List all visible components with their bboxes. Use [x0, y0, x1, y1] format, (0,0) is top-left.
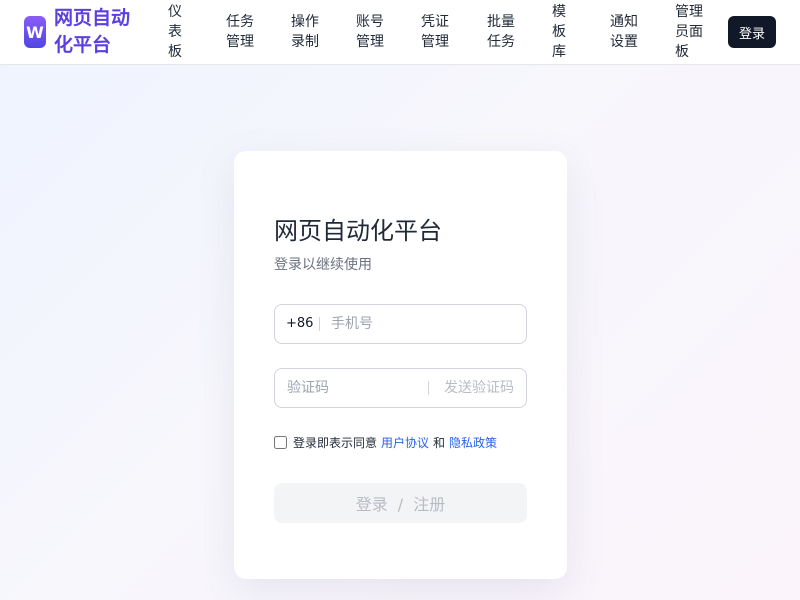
nav-label: 通知 — [610, 14, 638, 30]
brand-name-line2: 化平台 — [54, 34, 112, 56]
nav-item-operation-recording[interactable]: 操作 录制 — [291, 4, 319, 60]
nav-label: 录制 — [291, 34, 319, 50]
nav-label: 管理 — [226, 34, 254, 50]
card-title: 网页自动化平台 — [274, 217, 442, 245]
submit-register-label: 注册 — [413, 495, 446, 514]
phone-divider — [319, 317, 320, 331]
country-code-selector[interactable]: +86 — [286, 305, 313, 343]
nav-item-credential-management[interactable]: 凭证 管理 — [421, 4, 449, 60]
nav-label: 表 — [168, 24, 182, 40]
nav-label: 批量 — [487, 14, 515, 30]
nav-label: 板 — [675, 44, 689, 60]
verification-code-field: 发送验证码 — [274, 368, 527, 408]
brand-name[interactable]: 网页自动 化平台 — [54, 5, 146, 59]
nav-item-batch-tasks[interactable]: 批量 任务 — [487, 4, 515, 60]
login-card: 网页自动化平台 登录以继续使用 +86 发送验证码 登录即表示同意 用户协议 和… — [234, 151, 567, 579]
brand-name-line1: 网页自动 — [54, 7, 131, 29]
nav-label: 管理 — [421, 34, 449, 50]
nav-label: 操作 — [291, 14, 319, 30]
code-divider — [428, 381, 429, 395]
nav-label: 管理 — [356, 34, 384, 50]
nav-label: 设置 — [610, 34, 638, 50]
nav-label: 员面 — [675, 24, 703, 40]
nav-item-account-management[interactable]: 账号 管理 — [356, 4, 384, 60]
phone-field: +86 — [274, 304, 527, 344]
nav-label: 账号 — [356, 14, 384, 30]
nav-label: 板 — [168, 44, 182, 60]
nav-item-notification-settings[interactable]: 通知 设置 — [610, 4, 638, 60]
card-subtitle: 登录以继续使用 — [274, 257, 372, 273]
agreement-prefix: 登录即表示同意 — [293, 435, 378, 450]
agreement-row: 登录即表示同意 用户协议 和 隐私政策 — [274, 434, 501, 450]
agreement-checkbox[interactable] — [274, 435, 287, 449]
agreement-and: 和 — [433, 435, 446, 450]
nav-login-button[interactable]: 登录 — [728, 16, 776, 48]
nav-label: 任务 — [226, 14, 254, 30]
privacy-link[interactable]: 隐私政策 — [449, 434, 497, 451]
send-code-button[interactable]: 发送验证码 — [444, 369, 514, 407]
nav-label: 模 — [552, 4, 566, 20]
phone-input[interactable] — [331, 305, 521, 343]
nav-item-template-library[interactable]: 模 板 库 — [552, 4, 566, 60]
terms-link[interactable]: 用户协议 — [381, 434, 429, 451]
login-register-button[interactable]: 登录 / 注册 — [274, 483, 527, 523]
nav-label: 仪 — [168, 4, 182, 20]
nav-label: 凭证 — [421, 14, 449, 30]
submit-login-label: 登录 — [355, 495, 388, 514]
nav-label: 板 — [552, 24, 566, 40]
nav-label: 管理 — [675, 4, 703, 20]
nav-item-dashboard[interactable]: 仪 表 板 — [168, 4, 182, 60]
logo-icon[interactable]: W — [24, 16, 46, 48]
verification-code-input[interactable] — [287, 369, 427, 407]
nav-label: 任务 — [487, 34, 515, 50]
top-navbar: W 网页自动 化平台 仪 表 板 任务 管理 操作 录制 账号 管理 凭证 管理 — [0, 0, 800, 65]
nav-item-admin-panel[interactable]: 管理 员面 板 — [675, 4, 703, 60]
nav-item-task-management[interactable]: 任务 管理 — [226, 4, 254, 60]
nav-label: 库 — [552, 44, 566, 60]
submit-separator: / — [397, 495, 404, 514]
